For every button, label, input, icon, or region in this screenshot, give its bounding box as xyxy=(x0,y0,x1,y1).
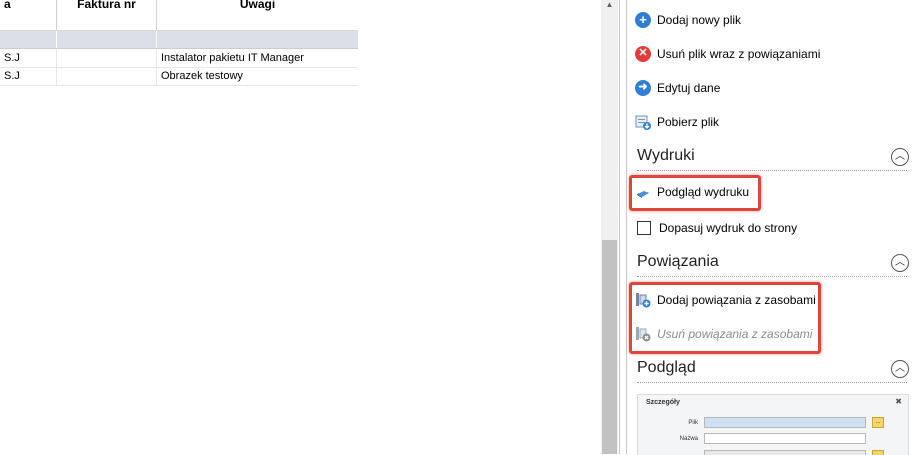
panel-splitter[interactable] xyxy=(619,0,620,454)
column-header-a[interactable]: a xyxy=(0,0,57,30)
cell-uwagi: Instalator pakietu IT Manager xyxy=(161,52,304,64)
preview-field xyxy=(704,433,866,444)
add-file-action[interactable]: + Dodaj nowy plik xyxy=(635,9,741,31)
cell-faktura-nr xyxy=(57,67,157,85)
fit-to-page-option[interactable]: Dopasuj wydruk do strony xyxy=(635,217,797,239)
download-icon xyxy=(635,114,651,130)
table-row[interactable]: S.J Obrazek testowy xyxy=(0,67,358,86)
section-wydruki: Wydruki ︿ xyxy=(637,144,909,171)
section-title: Wydruki xyxy=(637,147,695,164)
delete-file-label: Usuń plik wraz z powiązaniami xyxy=(657,47,821,61)
add-circle-icon: + xyxy=(635,12,651,28)
cell-a: S.J xyxy=(0,67,57,85)
filter-cell[interactable] xyxy=(57,31,157,48)
print-preview-icon xyxy=(635,184,651,200)
section-podglad: Podgląd ︿ xyxy=(637,356,909,383)
actions-panel: + Dodaj nowy plik ✕ Usuń plik wraz z pow… xyxy=(627,0,915,455)
arrow-right-circle-icon: ➜ xyxy=(635,80,651,96)
fit-to-page-checkbox[interactable] xyxy=(637,221,651,235)
preview-field-label: Plik xyxy=(688,420,698,426)
preview-field xyxy=(704,450,866,455)
download-file-label: Pobierz plik xyxy=(657,115,720,129)
print-preview-action[interactable]: Podgląd wydruku xyxy=(635,181,749,203)
add-link-icon xyxy=(635,292,651,308)
filter-cell[interactable] xyxy=(157,31,358,48)
edit-data-action[interactable]: ➜ Edytuj dane xyxy=(635,77,720,99)
collapse-chevron-icon[interactable]: ︿ xyxy=(891,254,909,272)
cell-faktura-nr xyxy=(57,49,157,67)
preview-thumbnail: Szczegóły ✖ Plik … Nazwa … xyxy=(637,394,909,455)
cell-uwagi: Obrazek testowy xyxy=(161,70,243,82)
remove-circle-icon: ✕ xyxy=(635,46,651,62)
data-grid: a Faktura nr Uwagi S.J Instalator pakiet… xyxy=(0,0,358,86)
preview-title: Szczegóły xyxy=(646,399,680,406)
vertical-scrollbar[interactable]: ▲ xyxy=(601,0,618,454)
section-title: Podgląd xyxy=(637,359,696,376)
add-file-label: Dodaj nowy plik xyxy=(657,13,742,27)
collapse-chevron-icon[interactable]: ︿ xyxy=(891,148,909,166)
remove-relations-label: Usuń powiązania z zasobami xyxy=(657,327,813,341)
scrollbar-thumb[interactable] xyxy=(602,240,617,454)
preview-field xyxy=(704,417,866,428)
section-title: Powiązania xyxy=(637,253,719,270)
download-file-action[interactable]: Pobierz plik xyxy=(635,111,719,133)
scroll-up-arrow-icon[interactable]: ▲ xyxy=(605,1,614,9)
preview-field-label: Nazwa xyxy=(679,436,698,442)
remove-relations-action[interactable]: Usuń powiązania z zasobami xyxy=(635,323,812,345)
preview-browse-button: … xyxy=(872,450,884,455)
add-relations-action[interactable]: Dodaj powiązania z zasobami xyxy=(635,289,816,311)
cell-a: S.J xyxy=(0,49,57,67)
table-row[interactable]: S.J Instalator pakietu IT Manager xyxy=(0,49,358,68)
grid-header: a Faktura nr Uwagi xyxy=(0,0,358,31)
add-relations-label: Dodaj powiązania z zasobami xyxy=(657,293,816,307)
collapse-chevron-icon[interactable]: ︿ xyxy=(891,360,909,378)
delete-file-action[interactable]: ✕ Usuń plik wraz z powiązaniami xyxy=(635,43,820,65)
edit-data-label: Edytuj dane xyxy=(657,81,721,95)
close-icon: ✖ xyxy=(895,397,902,406)
column-header-faktura-nr[interactable]: Faktura nr xyxy=(57,0,157,30)
section-powiazania: Powiązania ︿ xyxy=(637,250,909,277)
print-preview-label: Podgląd wydruku xyxy=(657,185,750,199)
remove-link-icon xyxy=(635,326,651,342)
column-header-uwagi[interactable]: Uwagi xyxy=(157,0,358,30)
filter-cell[interactable] xyxy=(0,31,57,48)
grid-filter-row[interactable] xyxy=(0,31,358,49)
fit-to-page-label: Dopasuj wydruk do strony xyxy=(659,221,798,235)
preview-browse-button: … xyxy=(872,417,884,428)
